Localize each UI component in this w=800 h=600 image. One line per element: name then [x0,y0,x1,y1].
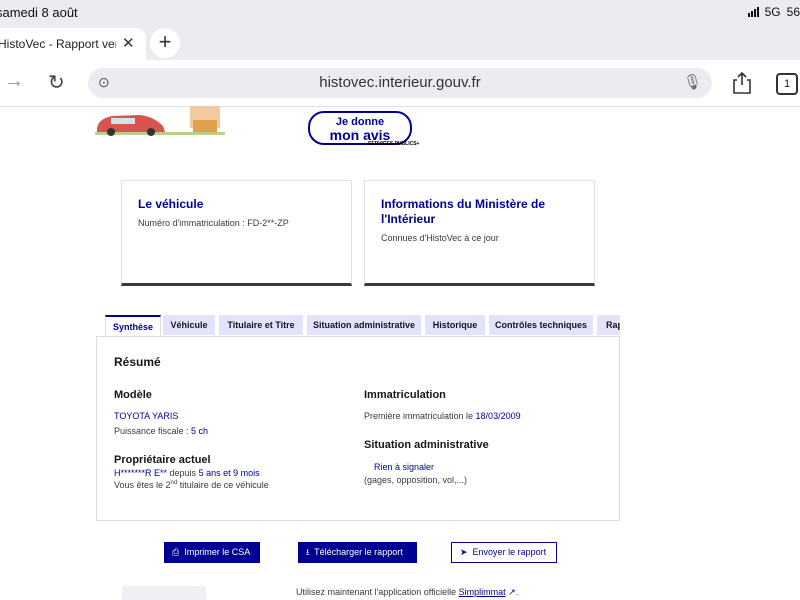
car-illustration [95,106,225,136]
titulaire-line: Vous êtes le 2nd titulaire de ce véhicul… [114,480,269,490]
share-icon[interactable] [733,72,751,94]
ministry-title-line2: l'Intérieur [381,212,436,226]
battery-label: 56 [786,5,800,19]
situation-heading: Situation administrative [364,439,489,451]
owner-since-label: depuis [167,468,199,478]
owner-line: H*******R E** depuis 5 ans et 9 mois [114,468,260,478]
plate-number: Numéro d'immatriculation : FD-2**-ZP [138,218,289,228]
send-report-label: Envoyer le rapport [472,547,547,557]
download-report-button[interactable]: ⭳ Télécharger le rapport [298,542,417,563]
tab-situation-administrative[interactable]: Situation administrative [307,315,421,335]
download-report-label: Télécharger le rapport [314,547,403,557]
owner-heading: Propriétaire actuel [114,454,211,466]
browser-tab-title: HistoVec - Rapport vendeur [0,37,116,51]
feedback-line2: mon avis [329,127,391,143]
resume-heading: Résumé [114,355,161,369]
tab-rapport[interactable]: Rapport [597,315,620,335]
ministry-title-line1: Informations du Ministère de [381,197,546,211]
owner-name: H*******R E** [114,468,168,478]
simplimmat-link[interactable]: Simplimmat [459,587,506,597]
signal-icon [747,7,759,17]
address-bar: → ↻ ⊙ histovec.interieur.gouv.fr 🎙 [0,60,800,107]
status-bar: samedi 8 août 5G 56 [0,0,800,28]
puissance-label: Puissance fiscale : [114,426,192,436]
microphone-icon[interactable]: 🎙 [683,73,702,91]
vehicle-card-title: Le véhicule [138,197,204,211]
status-indicators: 5G 56 [747,5,800,19]
first-immat-date: 18/03/2009 [475,411,521,421]
situation-note: (gages, opposition, vol,...) [364,475,468,485]
url-field[interactable]: ⊙ histovec.interieur.gouv.fr 🎙 [88,68,712,98]
print-csa-label: Imprimer le CSA [184,547,251,557]
owner-since: 5 ans et 9 mois [198,468,260,478]
titulaire-post: titulaire de ce véhicule [177,480,269,490]
titulaire-pre: Vous êtes le 2 [114,480,171,490]
tab-synthese[interactable]: Synthèse [105,315,161,337]
report-tabs: Synthèse Véhicule Titulaire et Titre Sit… [104,315,620,337]
forward-arrow-icon[interactable]: → [4,70,24,93]
first-immat-line: Première immatriculation le 18/03/2009 [364,411,521,421]
new-tab-button[interactable]: + [150,28,180,58]
puissance-line: Puissance fiscale : 5 ch [114,426,208,436]
first-immat-label: Première immatriculation le [364,411,476,421]
situation-value: Rien à signaler [374,462,435,472]
tabs-count-button[interactable]: 1 [776,73,798,95]
puissance-value: 5 ch [191,426,209,436]
tab-controles-techniques[interactable]: Contrôles techniques [489,315,593,335]
services-publics-logo: SERVICES PUBLICS+ [368,141,420,147]
status-date: samedi 8 août [0,5,78,20]
send-report-button[interactable]: ➤ Envoyer le rapport [451,542,557,563]
reload-icon[interactable]: ↻ [48,70,65,95]
tab-vehicule[interactable]: Véhicule [163,315,215,335]
network-label: 5G [764,5,781,19]
vehicle-card: Le véhicule Numéro d'immatriculation : F… [121,180,352,286]
browser-tab[interactable]: HistoVec - Rapport vendeur ✕ [0,28,146,60]
url-text: histovec.interieur.gouv.fr [319,74,481,91]
model-value: TOYOTA YARIS [114,411,179,421]
immat-heading: Immatriculation [364,389,446,401]
tab-historique[interactable]: Historique [425,315,485,335]
footer-text: Utilisez maintenant l'application offici… [296,587,459,597]
print-csa-button[interactable]: ⎙ Imprimer le CSA [164,542,260,563]
send-icon: ➤ [460,547,468,557]
synthese-panel: Résumé Modèle TOYOTA YARIS Puissance fis… [96,336,620,521]
footer-trailing: . [515,587,519,597]
give-feedback-button[interactable]: Je donne mon avis [308,111,412,145]
ministry-card-title: Informations du Ministère de l'Intérieur [381,197,545,227]
ministry-card: Informations du Ministère de l'Intérieur… [364,180,595,286]
tab-titulaire[interactable]: Titulaire et Titre [219,315,303,335]
download-icon: ⭳ [306,547,310,557]
app-thumbnail [122,586,206,600]
ministry-card-subtitle: Connues d'HistoVec à ce jour [381,233,499,243]
close-icon[interactable]: ✕ [122,34,135,52]
printer-icon: ⎙ [172,547,180,557]
external-link-icon: ↗ [505,587,516,597]
model-heading: Modèle [114,389,152,401]
footer-note: Utilisez maintenant l'application offici… [296,587,518,598]
browser-tab-bar: HistoVec - Rapport vendeur ✕ + [0,28,800,60]
